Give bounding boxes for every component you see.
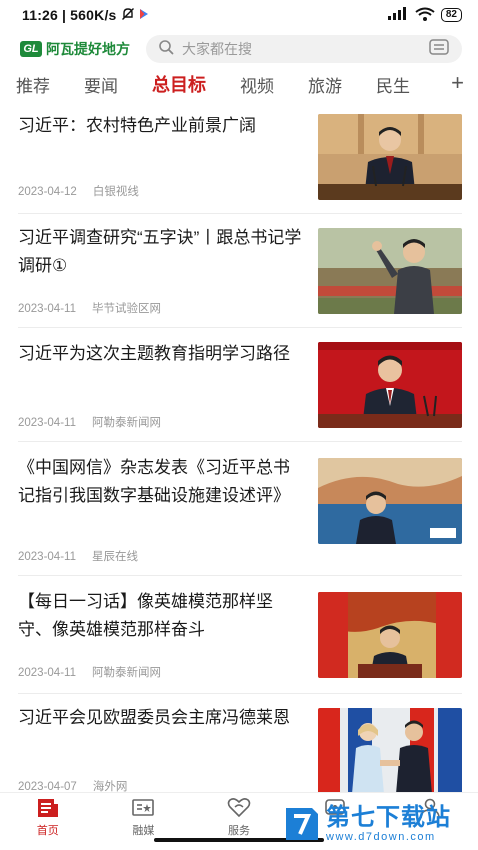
tab-livelihood[interactable]: 民生 [376,72,410,97]
watermark-name: 第七下载站 [326,804,451,831]
app-logo[interactable]: GL 阿瓦提好地方 [20,39,130,59]
news-source: 阿勒泰新闻网 [91,417,161,429]
news-item[interactable]: 习近平会见欧盟委员会主席冯德莱恩 2023-04-07 海外网 [18,694,462,794]
tab-headlines[interactable]: 要闻 [84,72,118,97]
status-left: 11:26 | 560K/s [22,7,149,24]
status-right: 82 [387,6,462,24]
news-title: 习近平调查研究“五字诀”丨跟总书记学调研① [18,228,302,275]
tab-recommend[interactable]: 推荐 [16,72,50,97]
status-bar: 11:26 | 560K/s 82 [0,0,478,30]
news-source: 毕节试验区网 [91,303,161,315]
news-meta: 2023-04-12 白银视线 [18,183,139,199]
nav-media-label: 融媒 [132,825,155,837]
channel-tabs: 推荐 要闻 总目标 视频 旅游 民生 + [0,68,478,100]
status-time: 11:26 [22,7,59,23]
news-date: 2023-04-11 [18,667,76,679]
news-title: 《中国网信》杂志发表《习近平总书记指引我国数字基础设施建设述评》 [18,458,290,505]
watermark-text: 第七下载站 www.d7down.com [326,804,451,844]
news-title: 习近平会见欧盟委员会主席冯德莱恩 [18,708,290,727]
news-thumbnail [318,342,462,428]
news-meta: 2023-04-11 星辰在线 [18,548,138,564]
watermark-logo-icon [282,804,322,844]
news-meta: 2023-04-11 阿勒泰新闻网 [18,664,161,680]
news-thumbnail [318,114,462,200]
nav-service-label: 服务 [227,825,250,837]
news-thumbnail [318,458,462,544]
news-date: 2023-04-11 [18,551,76,563]
news-thumbnail [318,228,462,314]
wifi-icon [415,7,435,24]
news-thumbnail [318,592,462,678]
news-date: 2023-04-12 [18,186,77,198]
news-meta: 2023-04-11 毕节试验区网 [18,300,161,316]
tab-general-goal[interactable]: 总目标 [152,71,206,97]
mute-bell-icon [121,7,135,24]
nav-home-label: 首页 [36,825,59,837]
news-title: 【每日一习话】像英雄模范那样坚守、像英雄模范那样奋斗 [18,592,273,639]
site-watermark: 第七下载站 www.d7down.com [282,800,472,848]
status-divider: | [62,7,67,23]
play-store-icon [139,7,149,23]
news-item[interactable]: 《中国网信》杂志发表《习近平总书记指引我国数字基础设施建设述评》 2023-04… [18,442,462,576]
news-date: 2023-04-11 [18,417,76,429]
home-news-icon [36,797,60,819]
tab-travel[interactable]: 旅游 [308,72,342,97]
add-channel-button[interactable]: + [451,70,464,96]
news-item[interactable]: 习近平：农村特色产业前景广阔 2023-04-12 白银视线 [18,104,462,214]
nav-home[interactable]: 首页 [0,793,96,850]
news-title: 习近平为这次主题教育指明学习路径 [18,344,290,363]
news-source: 白银视线 [92,186,139,198]
news-item[interactable]: 习近平调查研究“五字诀”丨跟总书记学调研① 2023-04-11 毕节试验区网 [18,214,462,328]
tab-video[interactable]: 视频 [240,72,274,97]
watermark-url: www.d7down.com [326,831,436,843]
search-icon [158,39,174,60]
news-source: 阿勒泰新闻网 [91,667,161,679]
search-input[interactable] [182,41,428,57]
news-item[interactable]: 习近平为这次主题教育指明学习路径 2023-04-11 阿勒泰新闻网 [18,328,462,442]
news-date: 2023-04-11 [18,303,76,315]
service-heart-icon [227,797,251,819]
news-thumbnail [318,708,462,794]
search-box[interactable] [146,35,462,63]
news-source: 星辰在线 [91,551,138,563]
logo-text: 阿瓦提好地方 [46,41,130,57]
logo-mark-icon: GL [20,41,42,57]
media-icon [131,797,155,819]
scan-icon[interactable] [428,38,450,61]
status-network-speed: 560K/s [70,7,117,23]
news-title: 习近平：农村特色产业前景广阔 [18,116,256,135]
news-list: 习近平：农村特色产业前景广阔 2023-04-12 白银视线 习近平调查研究“五字… [0,104,478,794]
app-header: GL 阿瓦提好地方 [0,30,478,68]
battery-indicator: 82 [440,8,462,22]
news-meta: 2023-04-11 阿勒泰新闻网 [18,414,161,430]
news-item[interactable]: 【每日一习话】像英雄模范那样坚守、像英雄模范那样奋斗 2023-04-11 阿勒泰… [18,576,462,694]
cellular-signal-icon [387,6,409,24]
